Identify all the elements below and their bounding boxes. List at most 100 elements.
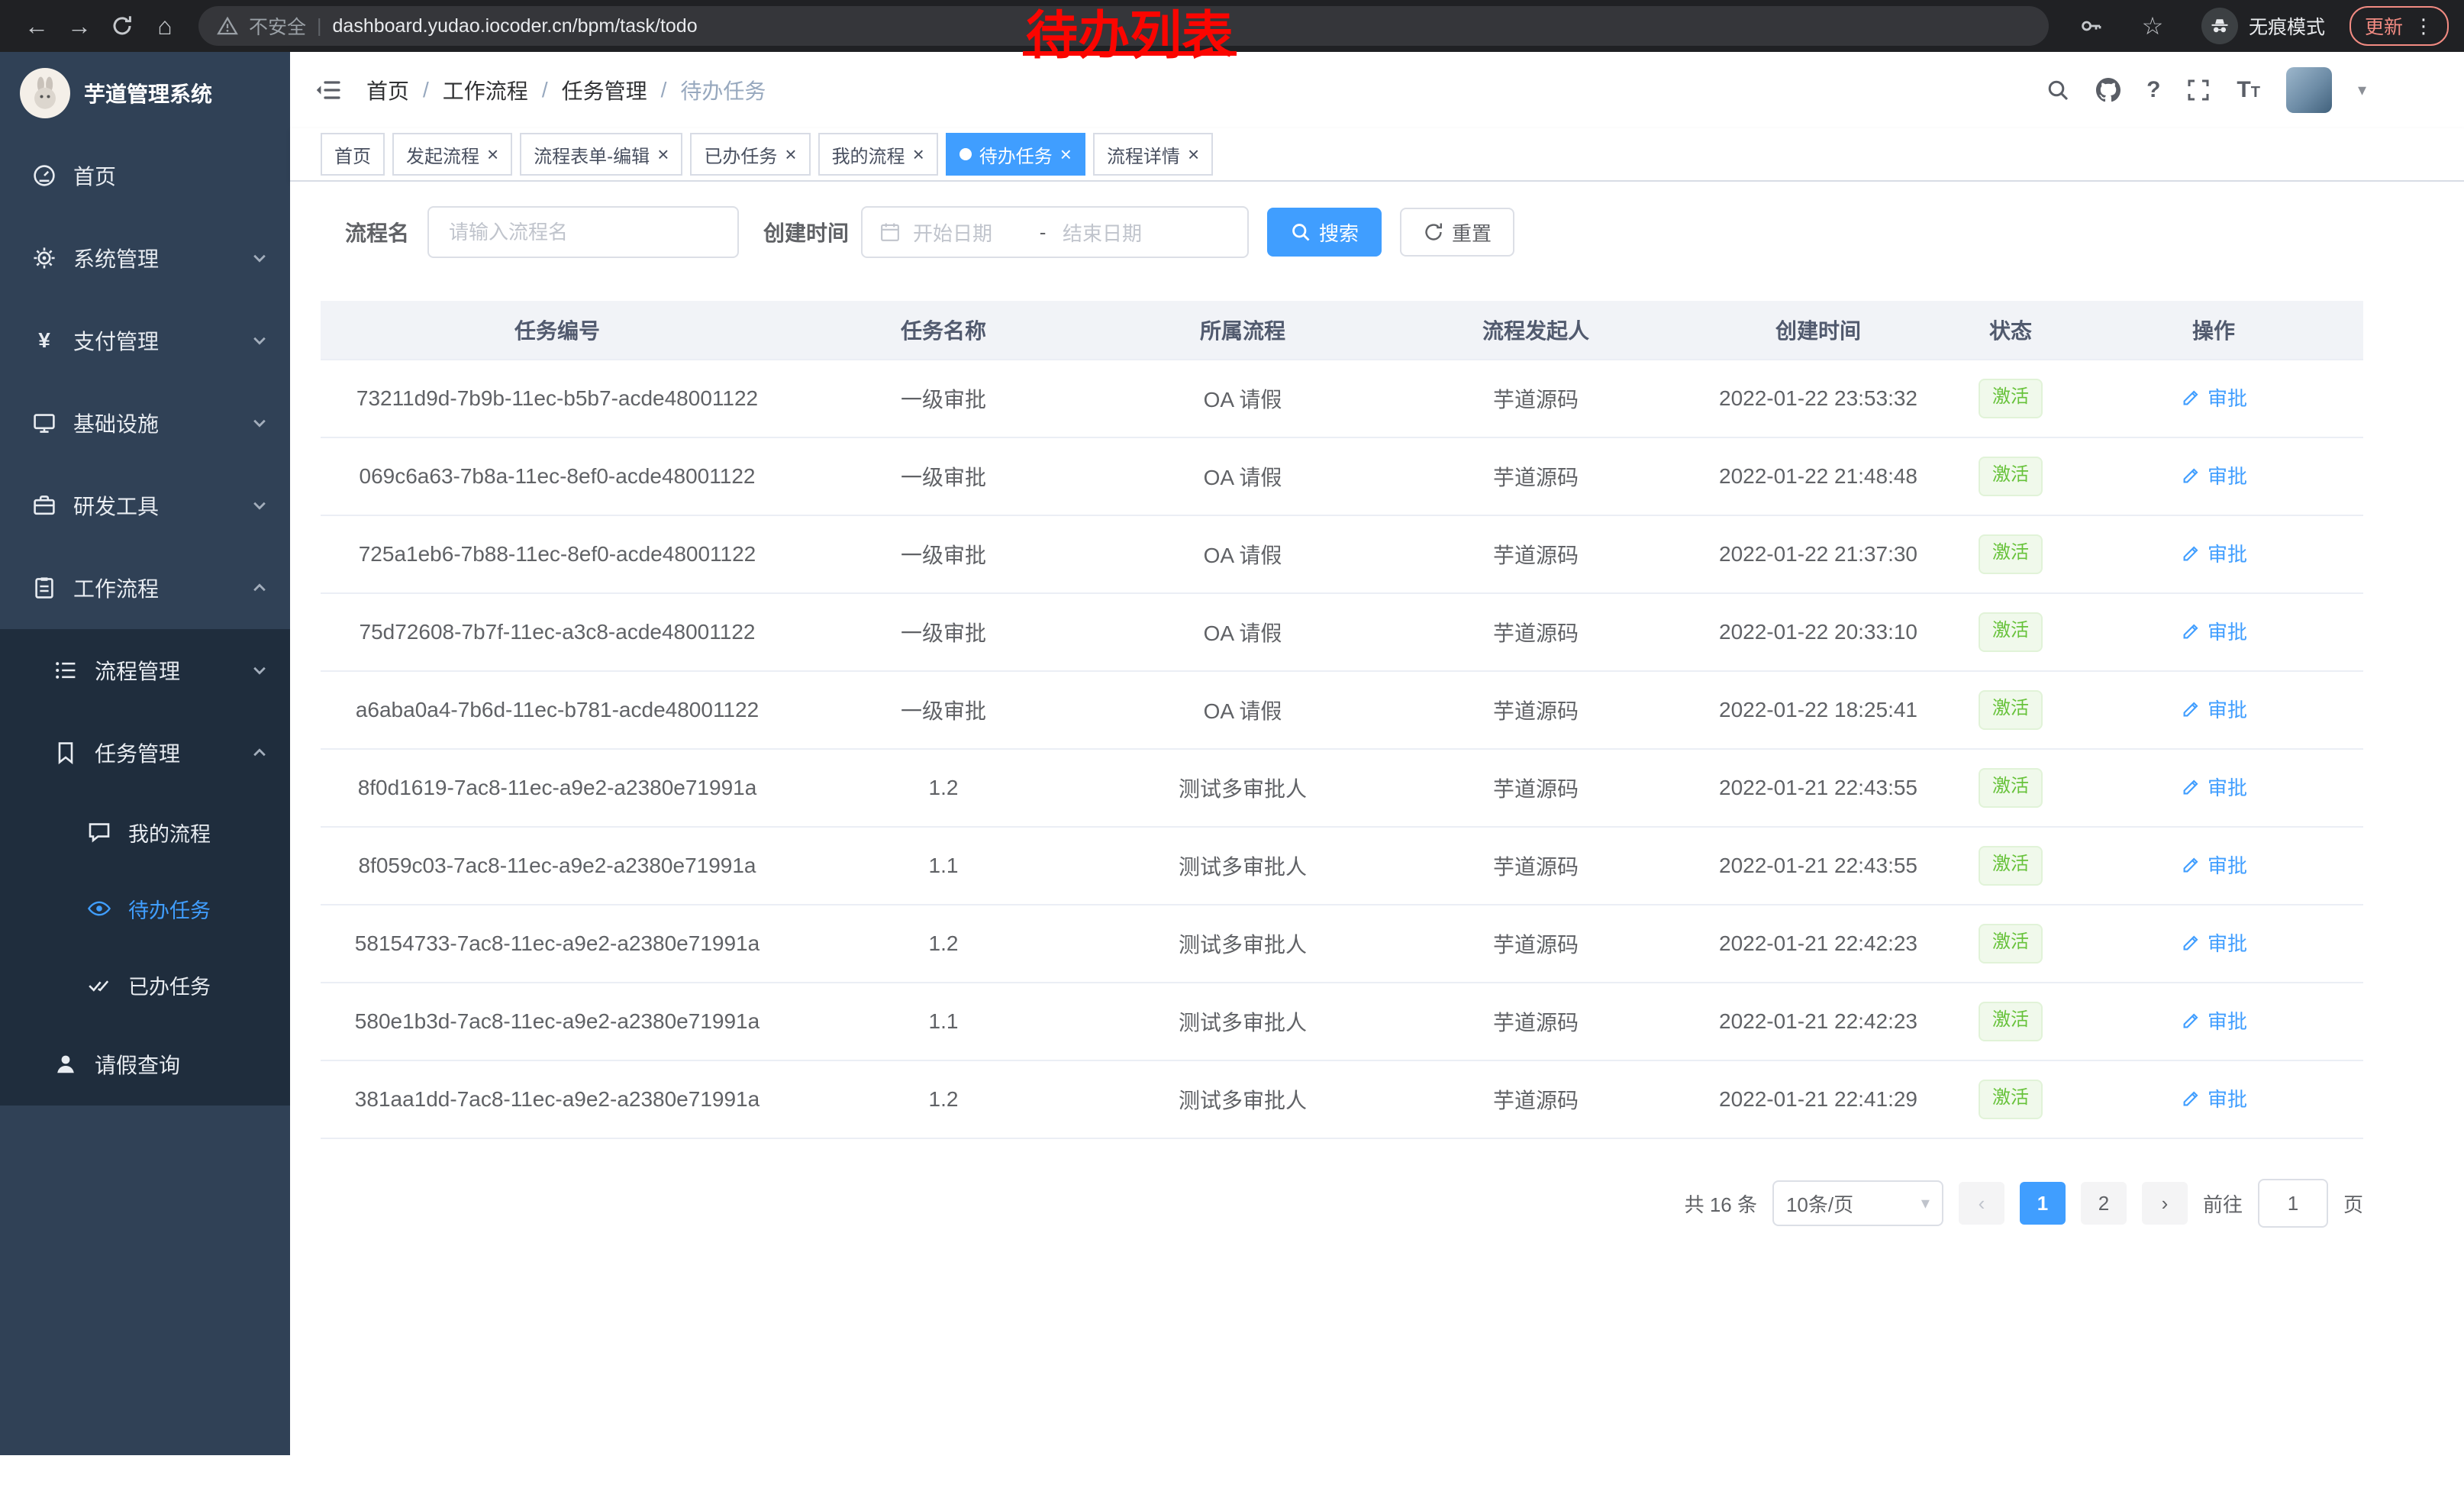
sidebar-item-leave-query[interactable]: 请假查询	[0, 1023, 290, 1106]
search-icon[interactable]	[2046, 78, 2070, 102]
tab-home[interactable]: 首页	[321, 133, 385, 176]
cell-task-id: 725a1eb6-7b88-11ec-8ef0-acde48001122	[321, 515, 794, 593]
browser-home-button[interactable]: ⌂	[144, 5, 186, 47]
tab-my-process[interactable]: 我的流程×	[818, 133, 938, 176]
table-row: a6aba0a4-7b6d-11ec-b781-acde48001122一级审批…	[321, 671, 2363, 749]
sidebar-item-done-tasks[interactable]: 已办任务	[0, 947, 290, 1023]
task-table-body: 73211d9d-7b9b-11ec-b5b7-acde48001122一级审批…	[321, 360, 2363, 1138]
tab-close-icon[interactable]: ×	[1188, 144, 1199, 164]
page-url[interactable]: dashboard.yudao.iocoder.cn/bpm/task/todo	[333, 15, 698, 37]
cell-task-name: 一级审批	[794, 515, 1093, 593]
sidebar-item-workflow[interactable]: 工作流程	[0, 547, 290, 629]
table-row: 75d72608-7b7f-11ec-a3c8-acde48001122一级审批…	[321, 593, 2363, 671]
table-row: 8f059c03-7ac8-11ec-a9e2-a2380e71991a1.1测…	[321, 827, 2363, 905]
cell-action: 审批	[2064, 671, 2363, 749]
sidebar-item-payment[interactable]: ¥ 支付管理	[0, 299, 290, 382]
search-button[interactable]: 搜索	[1267, 208, 1382, 257]
cell-created: 2022-01-21 22:42:23	[1679, 905, 1957, 983]
reset-button[interactable]: 重置	[1400, 208, 1514, 257]
sidebar-item-system[interactable]: 系统管理	[0, 217, 290, 299]
process-name-input[interactable]	[427, 206, 739, 258]
approve-link[interactable]: 审批	[2180, 539, 2247, 567]
browser-menu-icon[interactable]: ⋮	[2414, 15, 2433, 38]
app-window: 芋道管理系统 首页 系统管理 ¥ 支付管理	[0, 52, 2464, 1455]
table-row: 8f0d1619-7ac8-11ec-a9e2-a2380e71991a1.2测…	[321, 749, 2363, 827]
table-row: 73211d9d-7b9b-11ec-b5b7-acde48001122一级审批…	[321, 360, 2363, 437]
avatar-caret-icon[interactable]: ▾	[2358, 80, 2366, 100]
approve-link[interactable]: 审批	[2180, 1006, 2247, 1035]
cell-process: OA 请假	[1093, 515, 1392, 593]
tab-start-process[interactable]: 发起流程×	[392, 133, 512, 176]
tab-form-edit[interactable]: 流程表单-编辑×	[520, 133, 682, 176]
tab-process-detail[interactable]: 流程详情×	[1093, 133, 1213, 176]
cell-status: 激活	[1957, 515, 2064, 593]
cell-initiator: 芋道源码	[1392, 593, 1679, 671]
browser-back-button[interactable]: ←	[15, 5, 58, 47]
sidebar-item-label: 研发工具	[73, 490, 159, 521]
browser-reload-button[interactable]	[101, 5, 144, 47]
navbar-right: ? TT ▾	[2046, 67, 2366, 113]
approve-link[interactable]: 审批	[2180, 695, 2247, 723]
approve-link[interactable]: 审批	[2180, 851, 2247, 879]
prev-page-button[interactable]: ‹	[1959, 1182, 2004, 1225]
password-key-icon[interactable]	[2070, 5, 2113, 47]
double-check-icon	[85, 973, 113, 997]
create-time-range-picker[interactable]: 开始日期 - 结束日期	[861, 206, 1249, 258]
browser-update-button[interactable]: 更新 ⋮	[2350, 6, 2449, 46]
cell-status: 激活	[1957, 1060, 2064, 1138]
github-icon[interactable]	[2096, 78, 2121, 102]
browser-forward-button[interactable]: →	[58, 5, 101, 47]
help-icon[interactable]: ?	[2146, 77, 2160, 103]
incognito-badge: 无痕模式	[2201, 8, 2325, 44]
sidebar-item-infra[interactable]: 基础设施	[0, 382, 290, 464]
sidebar-item-task-mgmt[interactable]: 任务管理	[0, 712, 290, 794]
approve-link[interactable]: 审批	[2180, 773, 2247, 801]
sidebar-item-label: 请假查询	[95, 1049, 180, 1080]
tab-todo-tasks[interactable]: 待办任务 ×	[946, 133, 1085, 176]
goto-page-input[interactable]	[2258, 1179, 2328, 1228]
chevron-down-icon: ▾	[1921, 1193, 1930, 1213]
cell-status: 激活	[1957, 827, 2064, 905]
breadcrumb-item-home[interactable]: 首页	[366, 75, 409, 105]
approve-link[interactable]: 审批	[2180, 928, 2247, 957]
cell-action: 审批	[2064, 593, 2363, 671]
sidebar-item-my-process[interactable]: 我的流程	[0, 794, 290, 870]
tab-close-icon[interactable]: ×	[785, 144, 796, 164]
cell-action: 审批	[2064, 905, 2363, 983]
user-avatar[interactable]	[2286, 67, 2332, 113]
cell-created: 2022-01-22 23:53:32	[1679, 360, 1957, 437]
security-label[interactable]: 不安全	[249, 12, 306, 40]
column-initiator: 流程发起人	[1392, 301, 1679, 360]
next-page-button[interactable]: ›	[2142, 1182, 2188, 1225]
page-button-1[interactable]: 1	[2020, 1182, 2066, 1225]
sidebar-item-home[interactable]: 首页	[0, 134, 290, 217]
tab-close-icon[interactable]: ×	[913, 144, 924, 164]
approve-link[interactable]: 审批	[2180, 617, 2247, 645]
fullscreen-icon[interactable]	[2186, 78, 2211, 102]
reset-button-label: 重置	[1452, 218, 1492, 247]
cell-initiator: 芋道源码	[1392, 360, 1679, 437]
tab-close-icon[interactable]: ×	[1060, 144, 1072, 164]
breadcrumb-item-task-mgmt[interactable]: 任务管理	[562, 75, 647, 105]
sidebar-item-devtools[interactable]: 研发工具	[0, 464, 290, 547]
approve-link[interactable]: 审批	[2180, 383, 2247, 412]
page-button-2[interactable]: 2	[2081, 1182, 2127, 1225]
approve-link[interactable]: 审批	[2180, 461, 2247, 489]
tab-done-tasks[interactable]: 已办任务×	[690, 133, 810, 176]
sidebar-item-todo-tasks[interactable]: 待办任务	[0, 870, 290, 947]
font-size-icon[interactable]: TT	[2237, 77, 2260, 103]
breadcrumb-item-workflow[interactable]: 工作流程	[443, 75, 528, 105]
page-size-select[interactable]: 10条/页 ▾	[1772, 1180, 1943, 1226]
approve-link[interactable]: 审批	[2180, 1084, 2247, 1112]
incognito-label: 无痕模式	[2249, 12, 2325, 40]
cell-status: 激活	[1957, 437, 2064, 515]
sidebar-collapse-icon[interactable]	[314, 76, 342, 104]
process-name-input-field[interactable]	[446, 219, 721, 246]
tab-close-icon[interactable]: ×	[487, 144, 498, 164]
bookmark-star-icon[interactable]: ☆	[2131, 5, 2174, 47]
calendar-icon	[879, 221, 901, 243]
sidebar-item-process-mgmt[interactable]: 流程管理	[0, 629, 290, 712]
tab-label: 待办任务	[979, 141, 1053, 168]
cell-initiator: 芋道源码	[1392, 827, 1679, 905]
tab-close-icon[interactable]: ×	[657, 144, 669, 164]
